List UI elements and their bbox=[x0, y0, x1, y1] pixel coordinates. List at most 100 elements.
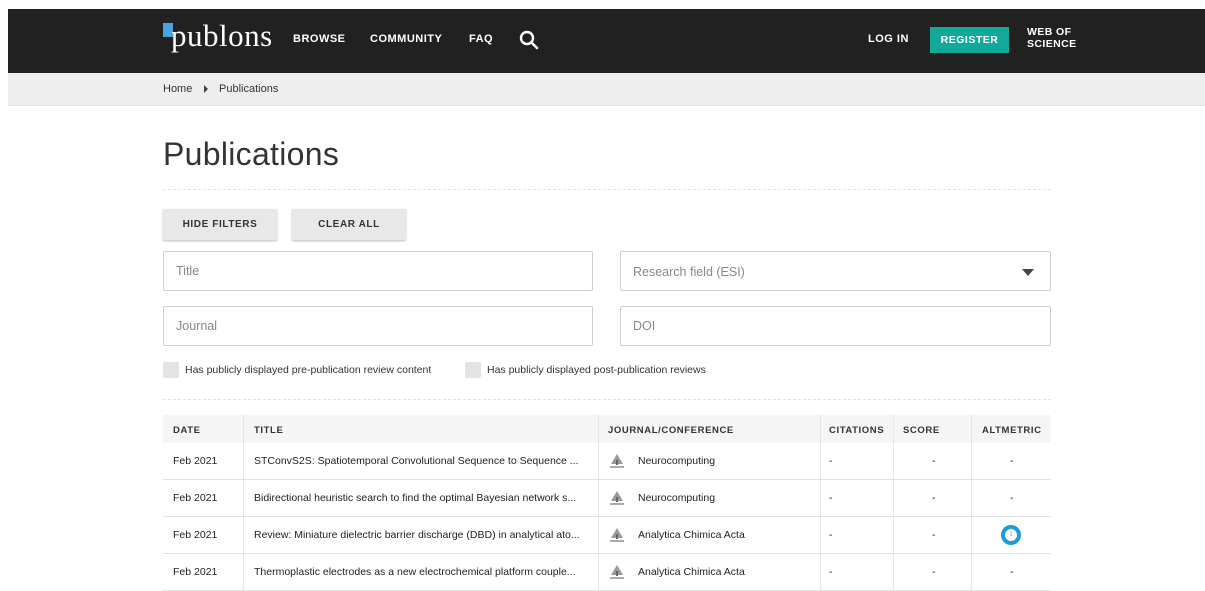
checkbox-box[interactable] bbox=[465, 362, 481, 378]
nav-faq[interactable]: FAQ bbox=[469, 33, 493, 45]
top-navbar: publons BROWSE COMMUNITY FAQ LOG IN REGI… bbox=[8, 9, 1205, 73]
column-divider bbox=[243, 480, 244, 516]
row-journal[interactable]: Neurocomputing bbox=[608, 443, 715, 479]
elsevier-logo-icon bbox=[608, 563, 626, 581]
column-divider bbox=[893, 443, 894, 479]
journal-input[interactable] bbox=[164, 307, 592, 345]
column-divider bbox=[820, 443, 821, 479]
column-divider bbox=[893, 554, 894, 590]
breadcrumb-current: Publications bbox=[219, 83, 279, 95]
elsevier-logo-icon bbox=[608, 489, 626, 507]
doi-input[interactable] bbox=[621, 307, 1050, 345]
row-altmetric: - bbox=[1010, 566, 1014, 578]
title-field bbox=[163, 251, 593, 291]
header-journal[interactable]: JOURNAL/CONFERENCE bbox=[608, 425, 734, 436]
row-date: Feb 2021 bbox=[173, 455, 218, 467]
table-row[interactable]: Feb 2021 Review: Miniature dielectric ba… bbox=[163, 517, 1051, 554]
column-divider bbox=[971, 517, 972, 553]
pre-publication-label: Has publicly displayed pre-publication r… bbox=[185, 364, 432, 376]
row-title[interactable]: Bidirectional heuristic search to find t… bbox=[254, 480, 576, 516]
chevron-down-icon bbox=[1022, 269, 1034, 276]
row-score: - bbox=[932, 492, 936, 504]
header-altmetric[interactable]: ALTMETRIC bbox=[982, 425, 1042, 436]
column-divider bbox=[598, 480, 599, 516]
publications-table: DATE TITLE JOURNAL/CONFERENCE CITATIONS … bbox=[163, 415, 1051, 591]
clear-all-button[interactable]: CLEAR ALL bbox=[292, 209, 406, 240]
column-divider bbox=[893, 480, 894, 516]
row-date: Feb 2021 bbox=[173, 566, 218, 578]
column-divider bbox=[820, 554, 821, 590]
row-citations: - bbox=[829, 492, 833, 504]
row-score: - bbox=[932, 455, 936, 467]
breadcrumb-home[interactable]: Home bbox=[163, 83, 192, 95]
row-altmetric: - bbox=[1010, 492, 1014, 504]
row-journal[interactable]: Neurocomputing bbox=[608, 480, 715, 516]
column-divider bbox=[243, 517, 244, 553]
elsevier-logo-icon bbox=[608, 526, 626, 544]
table-row[interactable]: Feb 2021 Thermoplastic electrodes as a n… bbox=[163, 554, 1051, 591]
column-divider bbox=[598, 554, 599, 590]
journal-name: Analytica Chimica Acta bbox=[638, 566, 745, 578]
breadcrumb: Home Publications bbox=[8, 73, 1205, 106]
wos-line2: SCIENCE bbox=[1027, 38, 1077, 50]
row-altmetric[interactable]: 1 bbox=[1001, 517, 1021, 553]
row-journal[interactable]: Analytica Chimica Acta bbox=[608, 554, 745, 590]
web-of-science-link[interactable]: WEB OF SCIENCE bbox=[1027, 26, 1076, 50]
login-link[interactable]: LOG IN bbox=[868, 33, 909, 45]
column-divider bbox=[243, 443, 244, 479]
research-field-select[interactable]: Research field (ESI) bbox=[620, 251, 1051, 291]
nav-community[interactable]: COMMUNITY bbox=[370, 33, 442, 45]
logo-text: publons bbox=[171, 18, 273, 53]
page-title: Publications bbox=[163, 136, 340, 172]
elsevier-logo-icon bbox=[608, 452, 626, 470]
column-divider bbox=[971, 480, 972, 516]
nav-browse[interactable]: BROWSE bbox=[293, 33, 346, 45]
journal-field bbox=[163, 306, 593, 346]
title-input[interactable] bbox=[164, 252, 592, 290]
row-citations: - bbox=[829, 529, 833, 541]
column-divider bbox=[971, 415, 972, 443]
header-citations[interactable]: CITATIONS bbox=[829, 425, 884, 436]
doi-field bbox=[620, 306, 1051, 346]
register-button[interactable]: REGISTER bbox=[930, 27, 1009, 53]
divider bbox=[163, 399, 1051, 400]
table-header: DATE TITLE JOURNAL/CONFERENCE CITATIONS … bbox=[163, 415, 1051, 443]
wos-line1: WEB OF bbox=[1027, 26, 1072, 38]
table-row[interactable]: Feb 2021 STConvS2S: Spatiotemporal Convo… bbox=[163, 443, 1051, 480]
altmetric-donut-icon[interactable]: 1 bbox=[1001, 525, 1021, 545]
column-divider bbox=[598, 443, 599, 479]
search-icon[interactable] bbox=[518, 29, 540, 51]
header-date[interactable]: DATE bbox=[173, 425, 201, 436]
row-citations: - bbox=[829, 566, 833, 578]
header-title[interactable]: TITLE bbox=[254, 425, 283, 436]
publons-logo[interactable]: publons bbox=[163, 17, 283, 57]
column-divider bbox=[971, 554, 972, 590]
pre-publication-checkbox[interactable]: Has publicly displayed pre-publication r… bbox=[163, 362, 431, 378]
row-journal[interactable]: Analytica Chimica Acta bbox=[608, 517, 745, 553]
column-divider bbox=[820, 517, 821, 553]
journal-name: Analytica Chimica Acta bbox=[638, 529, 745, 541]
column-divider bbox=[243, 554, 244, 590]
column-divider bbox=[893, 415, 894, 443]
column-divider bbox=[820, 480, 821, 516]
hide-filters-button[interactable]: HIDE FILTERS bbox=[163, 209, 277, 240]
column-divider bbox=[971, 443, 972, 479]
row-score: - bbox=[932, 529, 936, 541]
header-score[interactable]: SCORE bbox=[903, 425, 940, 436]
row-citations: - bbox=[829, 455, 833, 467]
checkbox-box[interactable] bbox=[163, 362, 179, 378]
post-publication-checkbox[interactable]: Has publicly displayed post-publication … bbox=[465, 362, 706, 378]
column-divider bbox=[820, 415, 821, 443]
column-divider bbox=[243, 415, 244, 443]
breadcrumb-separator-icon bbox=[204, 85, 208, 93]
row-title[interactable]: Thermoplastic electrodes as a new electr… bbox=[254, 554, 576, 590]
divider bbox=[163, 189, 1051, 190]
row-title[interactable]: STConvS2S: Spatiotemporal Convolutional … bbox=[254, 443, 579, 479]
column-divider bbox=[893, 517, 894, 553]
table-row[interactable]: Feb 2021 Bidirectional heuristic search … bbox=[163, 480, 1051, 517]
row-title[interactable]: Review: Miniature dielectric barrier dis… bbox=[254, 517, 580, 553]
column-divider bbox=[598, 517, 599, 553]
row-date: Feb 2021 bbox=[173, 492, 218, 504]
column-divider bbox=[598, 415, 599, 443]
row-altmetric: - bbox=[1010, 455, 1014, 467]
